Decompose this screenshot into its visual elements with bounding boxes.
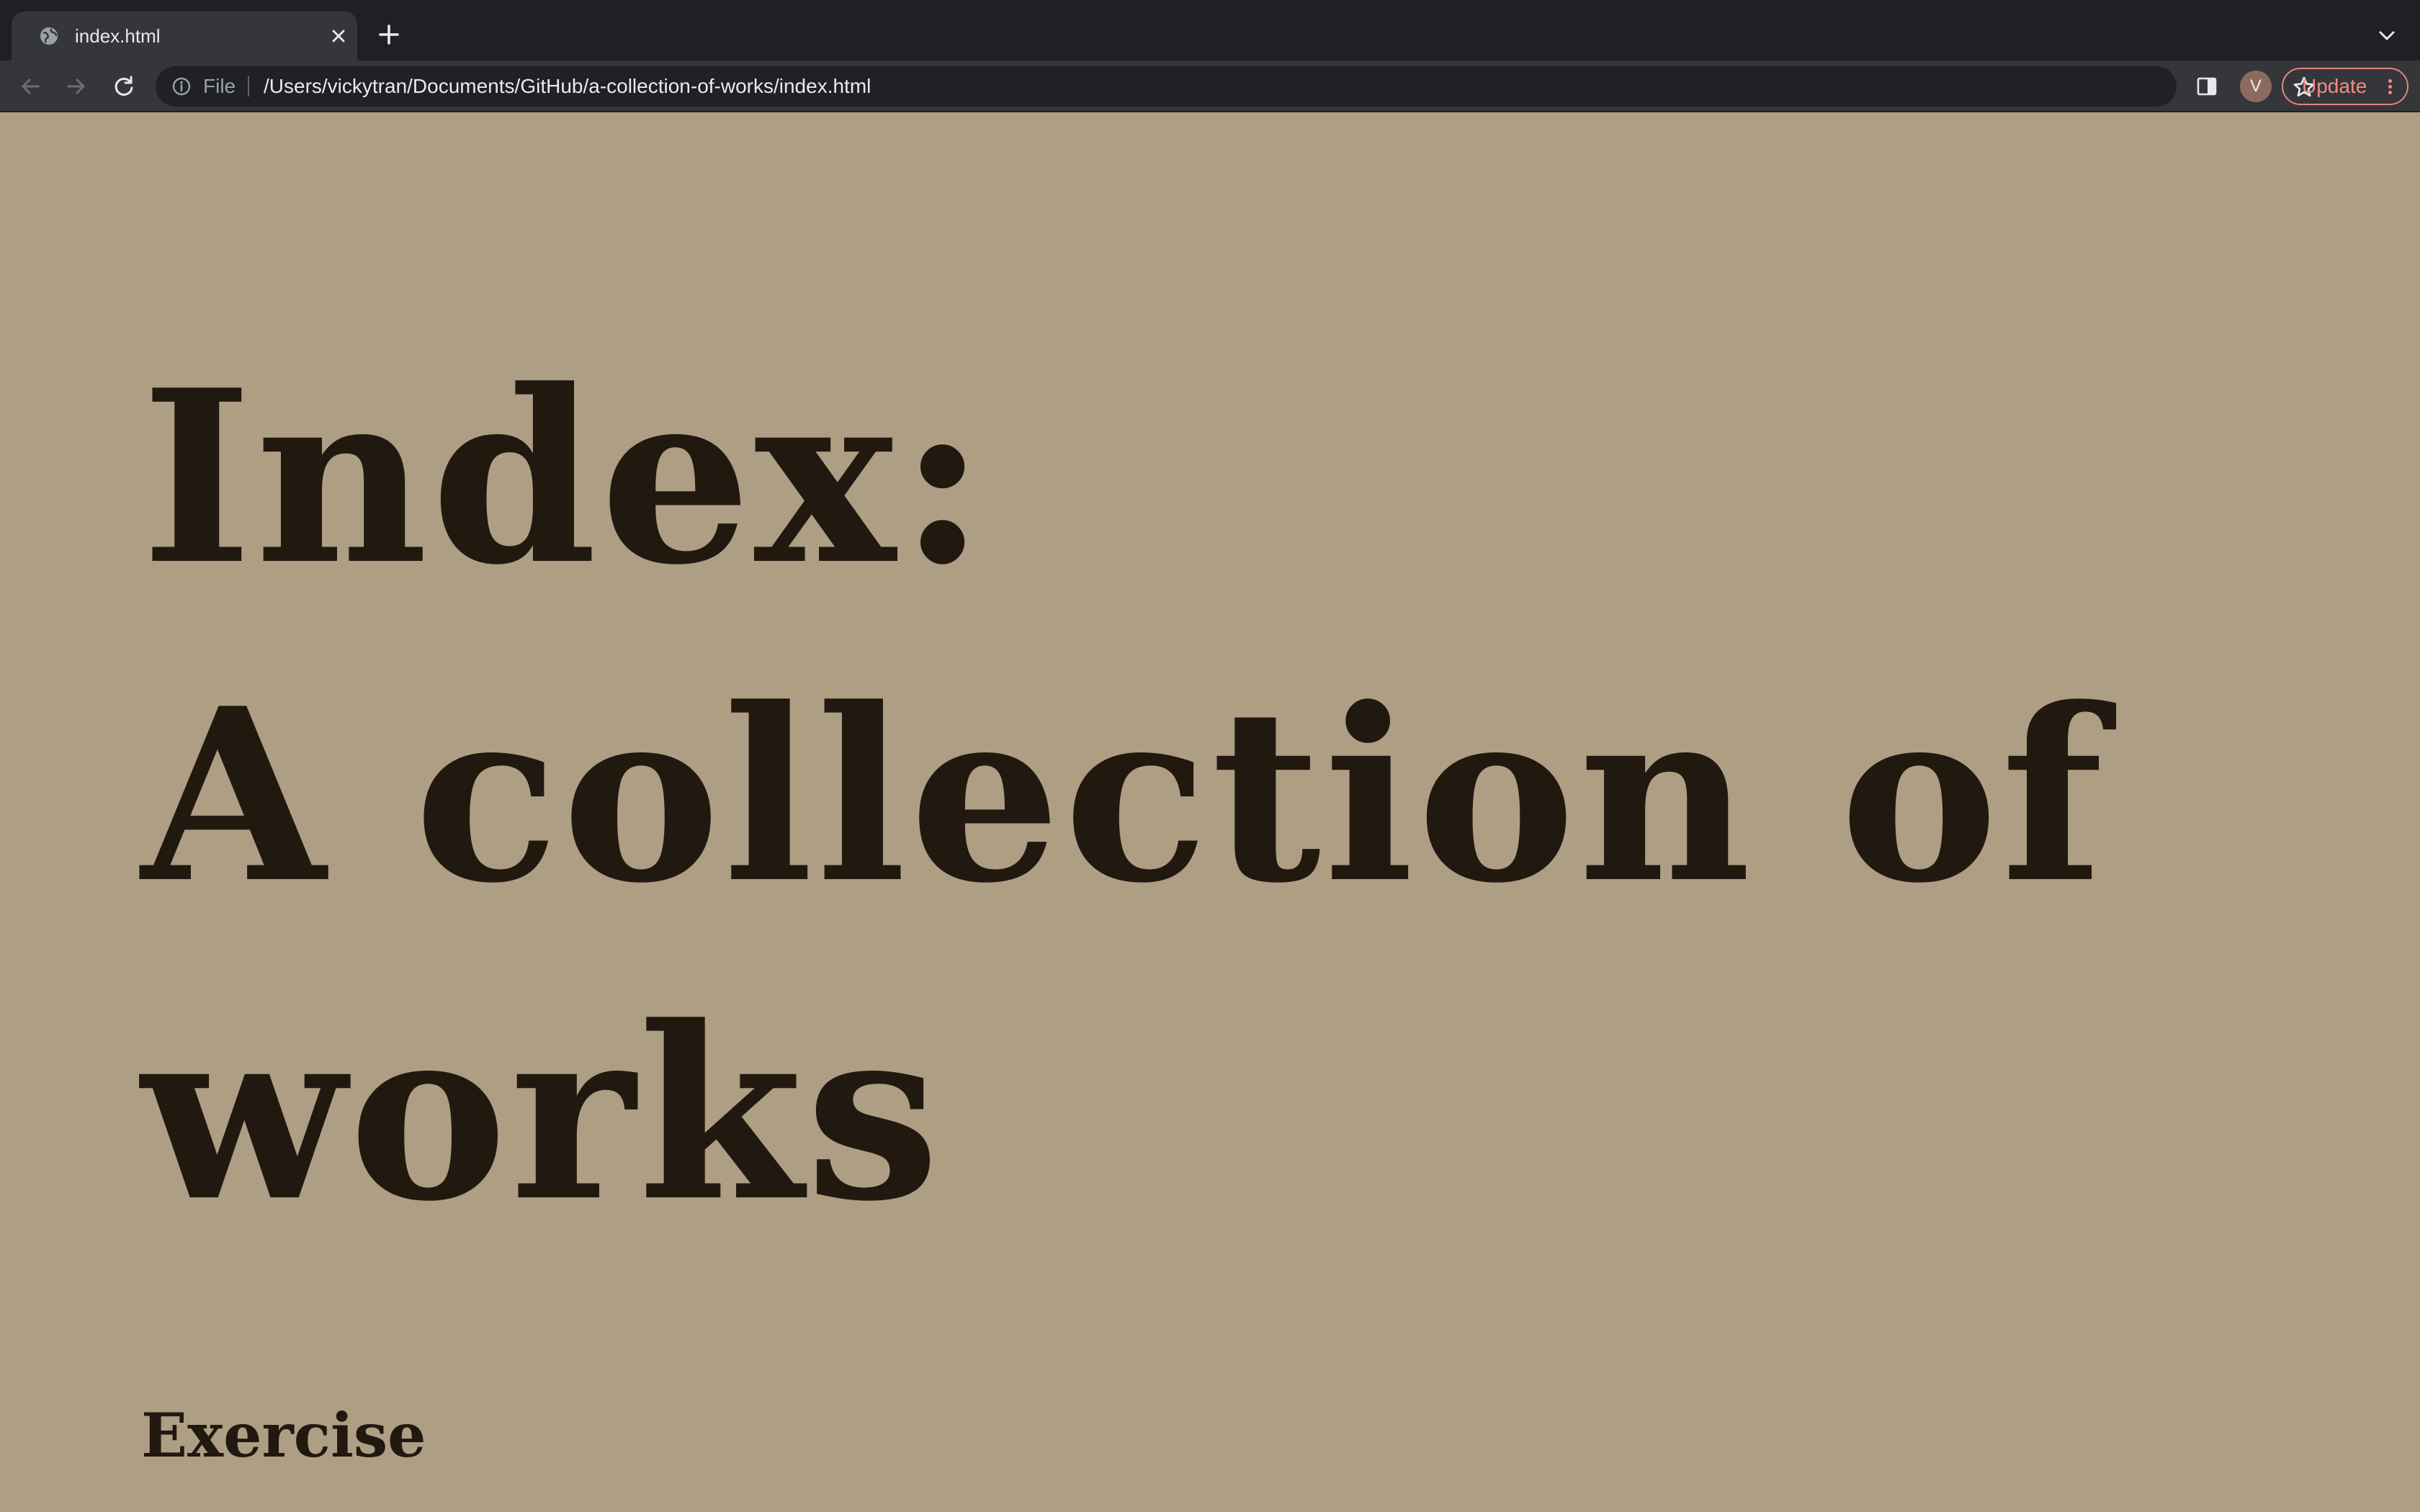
section-heading-exercise: Exercise (141, 1400, 426, 1471)
forward-button[interactable] (60, 71, 92, 102)
page-title-line: Index: (141, 338, 990, 617)
info-icon[interactable] (171, 76, 192, 96)
close-icon[interactable] (328, 26, 349, 46)
plus-icon[interactable] (375, 20, 403, 49)
reload-icon (115, 76, 133, 96)
page-viewport: Index: A collection of works Exercise (0, 112, 2420, 1512)
scheme-label: File (203, 75, 236, 97)
scheme-divider (248, 76, 249, 96)
tab-strip: index.html (0, 0, 2420, 60)
update-button[interactable]: Update (2282, 68, 2408, 105)
page-title-line: works (141, 974, 943, 1254)
browser-tab[interactable]: index.html (12, 12, 357, 60)
more-vert-icon (2388, 79, 2396, 95)
address-bar[interactable]: File /Users/vickytran/Documents/GitHub/a… (156, 66, 2315, 107)
tab-title: index.html (75, 25, 161, 47)
chevron-down-icon[interactable] (2375, 24, 2398, 48)
arrow-right-icon (67, 78, 85, 94)
page-title: Index: A collection of works (141, 318, 2302, 1273)
side-panel-icon[interactable] (2195, 75, 2218, 98)
update-label: Update (2302, 75, 2367, 97)
page-title-line: A collection of (141, 656, 2107, 935)
url-text[interactable]: /Users/vickytran/Documents/GitHub/a-coll… (264, 66, 871, 107)
reload-button[interactable] (108, 71, 140, 102)
arrow-left-icon (22, 78, 40, 94)
browser-toolbar: File /Users/vickytran/Documents/GitHub/a… (0, 60, 2420, 112)
globe-icon (40, 27, 58, 45)
back-button[interactable] (14, 71, 46, 102)
avatar[interactable]: V (2240, 71, 2272, 102)
